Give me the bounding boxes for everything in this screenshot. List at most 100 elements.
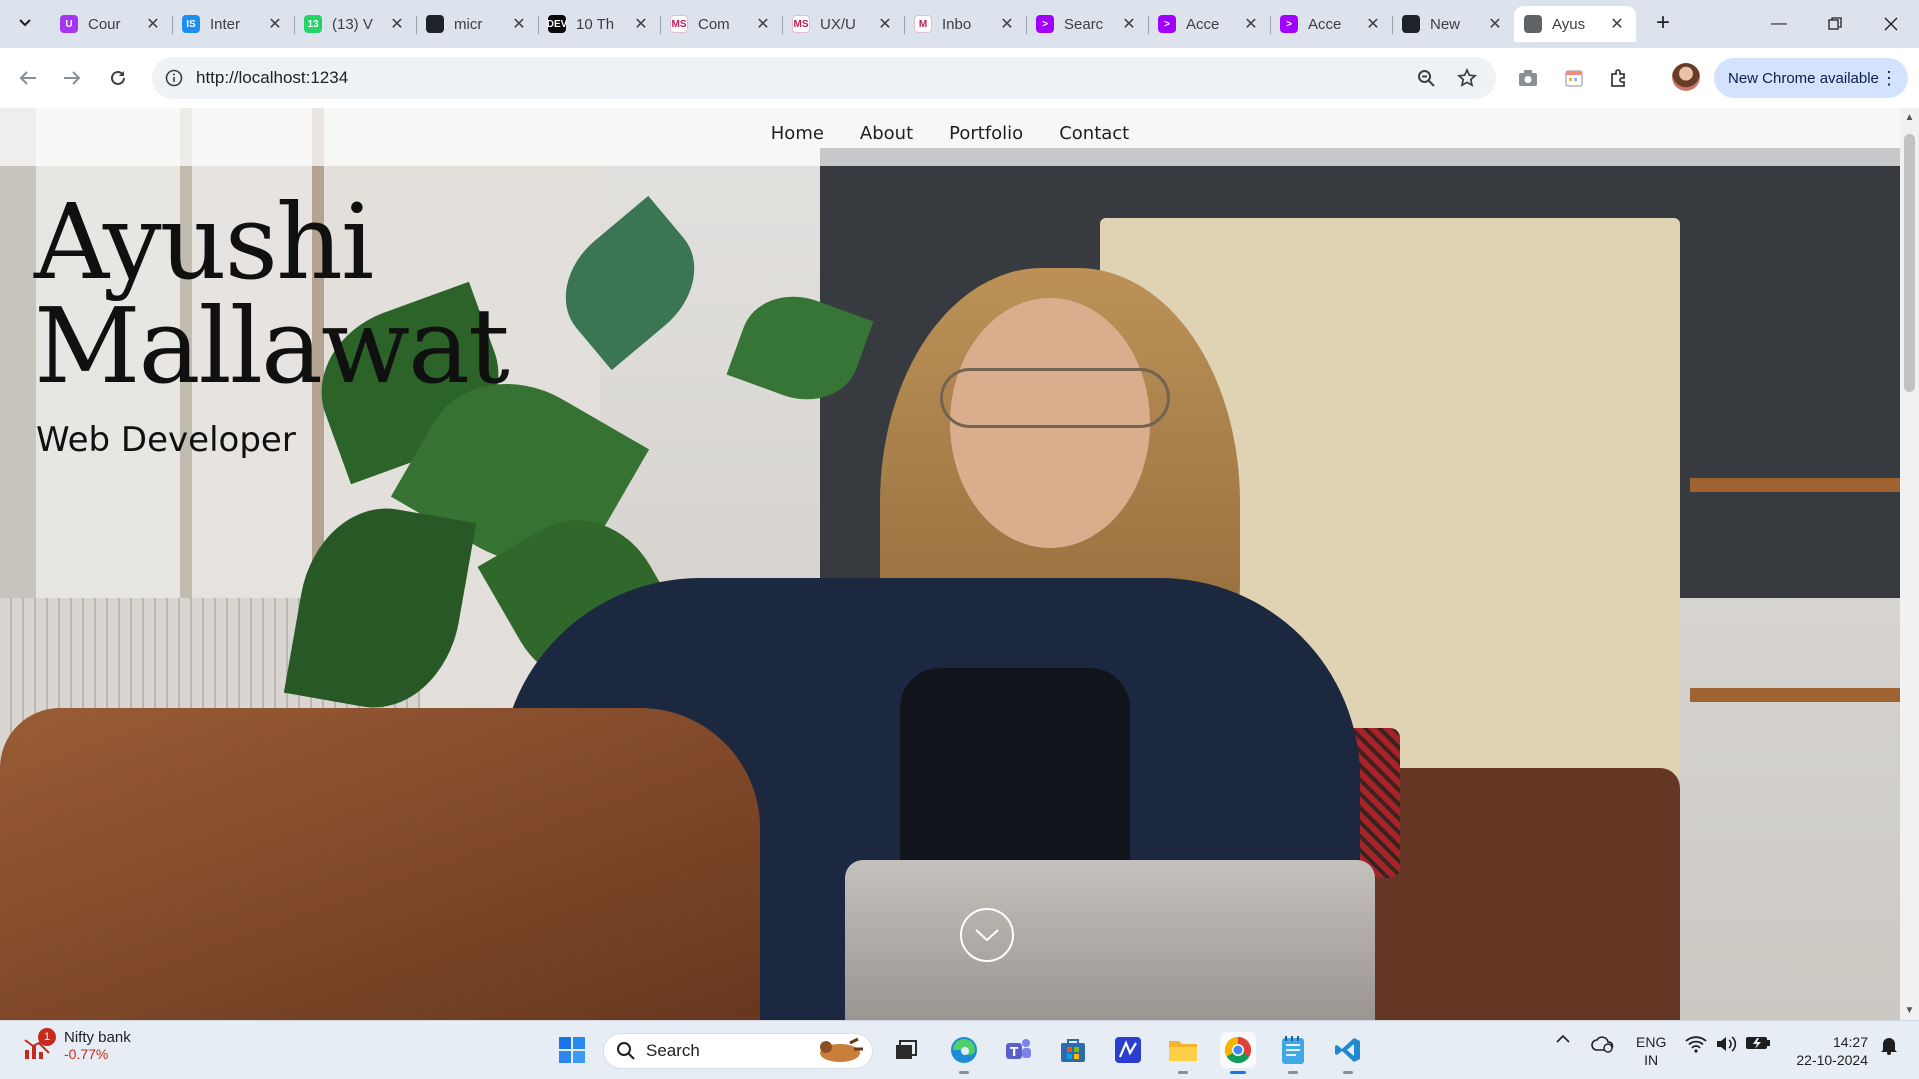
- tab-title: 10 Th: [576, 15, 615, 33]
- nav-link-portfolio[interactable]: Portfolio: [949, 123, 1023, 166]
- tab-close-icon[interactable]: ✕: [1486, 14, 1504, 34]
- volume-tray[interactable]: [1714, 1035, 1738, 1053]
- battery-tray[interactable]: [1744, 1035, 1772, 1051]
- language-indicator[interactable]: ENG IN: [1636, 1033, 1666, 1069]
- hero-name-last: Mallawat: [34, 285, 510, 407]
- taskbar-vscode[interactable]: [1330, 1032, 1366, 1074]
- nav-link-home[interactable]: Home: [771, 123, 824, 166]
- taskbar-search-label: Search: [646, 1041, 700, 1060]
- store-icon: [1061, 1039, 1085, 1062]
- chevron-down-icon: [19, 19, 31, 27]
- widget-name: Nifty bank: [64, 1029, 131, 1046]
- browser-tab[interactable]: Ayus ✕: [1514, 6, 1636, 42]
- tab-close-icon[interactable]: ✕: [632, 14, 650, 34]
- teams-icon: T: [1006, 1039, 1031, 1059]
- widget-value: -0.77%: [64, 1046, 109, 1062]
- reload-button[interactable]: [104, 64, 132, 92]
- taskbar-notepad[interactable]: [1275, 1032, 1311, 1074]
- browser-tab[interactable]: U Cour ✕: [50, 6, 172, 42]
- taskbar-app-blue[interactable]: [1110, 1032, 1146, 1068]
- task-view-button[interactable]: [888, 1032, 924, 1068]
- page-scrollbar[interactable]: ▲ ▼: [1900, 108, 1919, 1020]
- chrome-update-button[interactable]: New Chrome available ⋮: [1714, 58, 1908, 98]
- tab-close-icon[interactable]: ✕: [266, 14, 284, 34]
- taskbar-chrome[interactable]: [1220, 1032, 1256, 1074]
- address-bar[interactable]: http://localhost:1234: [152, 57, 1496, 99]
- browser-tab[interactable]: MS Com ✕: [660, 6, 782, 42]
- browser-tab[interactable]: New ✕: [1392, 6, 1514, 42]
- tab-close-icon[interactable]: ✕: [1120, 14, 1138, 34]
- scroll-up-arrow-icon[interactable]: ▲: [1904, 112, 1915, 123]
- browser-toolbar: http://localhost:1234 New Chrome availab…: [0, 48, 1919, 108]
- tab-close-icon[interactable]: ✕: [754, 14, 772, 34]
- browser-tab[interactable]: DEV 10 Th ✕: [538, 6, 660, 42]
- chevron-down-icon: [975, 929, 999, 942]
- onedrive-tray[interactable]: [1590, 1035, 1616, 1053]
- tab-close-icon[interactable]: ✕: [1364, 14, 1382, 34]
- nav-link-contact[interactable]: Contact: [1059, 123, 1129, 166]
- profile-avatar[interactable]: [1672, 63, 1700, 91]
- taskbar-file-explorer[interactable]: [1165, 1032, 1201, 1074]
- site-info-button[interactable]: [160, 64, 188, 92]
- tab-title: Acce: [1186, 15, 1220, 33]
- browser-tab[interactable]: > Acce ✕: [1270, 6, 1392, 42]
- tab-close-icon[interactable]: ✕: [388, 14, 406, 34]
- notepad-icon: [1282, 1036, 1304, 1064]
- tab-close-icon[interactable]: ✕: [144, 14, 162, 34]
- taskbar-teams[interactable]: T: [1000, 1032, 1036, 1068]
- tab-close-icon[interactable]: ✕: [510, 14, 528, 34]
- browser-tab[interactable]: M Inbo ✕: [904, 6, 1026, 42]
- app-icon: [1115, 1037, 1141, 1063]
- scroll-down-button[interactable]: [960, 908, 1014, 962]
- tab-title: Com: [698, 15, 730, 33]
- page-viewport: Home About Portfolio Contact Ayushi Mall…: [0, 108, 1900, 1020]
- tab-close-icon[interactable]: ✕: [998, 14, 1016, 34]
- scrollbar-thumb[interactable]: [1904, 134, 1915, 392]
- minimize-button[interactable]: —: [1751, 0, 1807, 48]
- restore-button[interactable]: [1807, 0, 1863, 48]
- stock-chart-icon: 1: [22, 1027, 56, 1062]
- close-window-button[interactable]: [1863, 0, 1919, 48]
- taskbar-store[interactable]: [1055, 1032, 1091, 1068]
- nav-link-about[interactable]: About: [860, 123, 913, 166]
- tab-title: Inter: [210, 15, 241, 33]
- cloud-sync-icon: [1591, 1036, 1614, 1053]
- puzzle-icon: [1611, 69, 1625, 87]
- browser-tab[interactable]: > Searc ✕: [1026, 6, 1148, 42]
- browser-tab[interactable]: MS UX/U ✕: [782, 6, 904, 42]
- start-button[interactable]: [554, 1032, 590, 1068]
- extensions-button[interactable]: [1606, 65, 1632, 91]
- more-menu-icon[interactable]: ⋮: [1880, 68, 1898, 89]
- wifi-tray[interactable]: [1684, 1035, 1708, 1053]
- calendar-extension-button[interactable]: [1561, 65, 1587, 91]
- dev-icon: DEV: [547, 15, 567, 33]
- hero-name: Ayushi Mallawat: [34, 190, 510, 398]
- show-hidden-icons-button[interactable]: [1552, 1035, 1574, 1043]
- back-button[interactable]: [14, 64, 42, 92]
- arrow-left-icon: [19, 71, 36, 85]
- zoom-button[interactable]: [1413, 65, 1439, 91]
- clock-time: 14:27: [1832, 1034, 1868, 1050]
- bookmark-button[interactable]: [1454, 65, 1480, 91]
- new-tab-button[interactable]: +: [1650, 9, 1676, 36]
- notifications-button[interactable]: [1876, 1035, 1902, 1055]
- taskbar-edge[interactable]: [946, 1032, 982, 1074]
- tab-close-icon[interactable]: ✕: [1242, 14, 1260, 34]
- scroll-down-arrow-icon[interactable]: ▼: [1904, 1005, 1915, 1016]
- stock-widget[interactable]: 1 Nifty bank -0.77%: [22, 1027, 131, 1062]
- browser-tab[interactable]: > Acce ✕: [1148, 6, 1270, 42]
- browser-tab[interactable]: 13 (13) V ✕: [294, 6, 416, 42]
- chrome-icon: [1224, 1036, 1252, 1064]
- screenshot-button[interactable]: [1515, 65, 1541, 91]
- system-clock[interactable]: 14:27 22-10-2024: [1786, 1033, 1868, 1069]
- tab-close-icon[interactable]: ✕: [1608, 14, 1626, 34]
- taskbar-search[interactable]: Search: [603, 1033, 873, 1069]
- tab-search-button[interactable]: [12, 10, 38, 36]
- gmail-icon: M: [914, 15, 932, 33]
- search-highlight-icon: [820, 1037, 863, 1062]
- browser-tab[interactable]: micr ✕: [416, 6, 538, 42]
- tab-close-icon[interactable]: ✕: [876, 14, 894, 34]
- forward-button[interactable]: [58, 64, 86, 92]
- browser-tab[interactable]: IS Inter ✕: [172, 6, 294, 42]
- url-text[interactable]: http://localhost:1234: [196, 68, 348, 88]
